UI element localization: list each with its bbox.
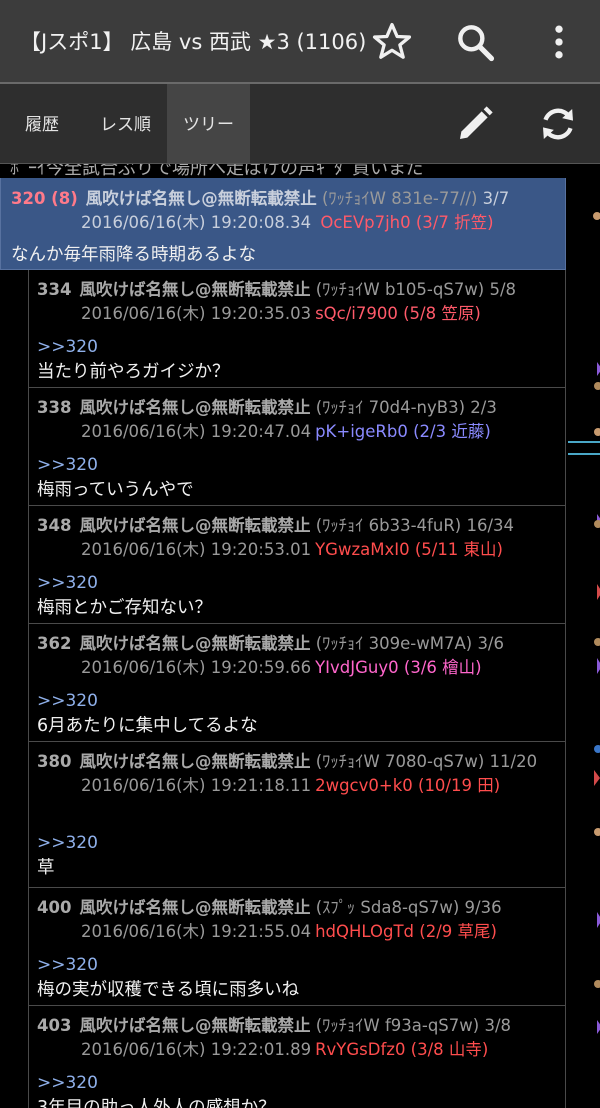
tab-tree[interactable]: ツリー [167,84,250,163]
poster-id[interactable]: YIvdJGuy0 (3/6 檜山) [315,658,481,677]
pencil-icon[interactable] [455,104,495,144]
post-number: 338 [37,398,72,417]
reply-post[interactable]: 348 風吹けば名無し@無断転載禁止 (ﾜｯﾁｮｲ 6b33-4fuR) 16/3… [28,506,566,624]
post-number: 403 [37,1016,72,1035]
poster-name: 風吹けば名無し@無断転載禁止 [79,634,311,653]
tab-bar: 履歴 レス順 ツリー [0,84,600,164]
post-body: 梅の実が収穫できる頃に雨多いね [37,980,300,1000]
refresh-icon[interactable] [538,104,578,144]
post-body: 梅雨とかご存知ない？ [37,598,212,618]
post-header: 400 風吹けば名無し@無断転載禁止 (ｽﾌﾟｯ Sda8-qS7w) 9/36 2… [37,896,561,944]
highlighted-post[interactable]: 320 (8) 風吹けば名無し@無断転載禁止 (ﾜｯﾁｮｲW 831e-77//)… [0,178,566,270]
post-date: 2016/06/16(木) 19:20:53.01 [81,540,312,559]
thread-title: 【Jスポ1】 広島 vs 西武 ★3 (1106) [20,30,367,54]
post-body: なんか毎年雨降る時期あるよな [11,245,256,265]
poster-name: 風吹けば名無し@無断転載禁止 [79,516,311,535]
star-icon[interactable] [370,20,414,64]
poster-name: 風吹けば名無し@無断転載禁止 [79,752,311,771]
poster-id[interactable]: 2wgcv0+k0 (10/19 田) [315,776,500,795]
post-header: 403 風吹けば名無し@無断転載禁止 (ﾜｯﾁｮｲW f93a-qS7w) 3/8… [37,1014,561,1062]
poster-mail: (ﾜｯﾁｮｲ 70d4-nyB3) [315,398,466,417]
poster-name: 風吹けば名無し@無断転載禁止 [85,189,317,208]
post-header: 320 (8) 風吹けば名無し@無断転載禁止 (ﾜｯﾁｮｲW 831e-77//)… [11,187,565,235]
reply-anchor-link[interactable]: >>320 [37,954,561,976]
post-body: 6月あたりに集中してるよな [37,716,258,736]
poster-id[interactable]: RvYGsDfz0 (3/8 山寺) [315,1040,488,1059]
post-count: 9/36 [464,898,502,917]
reply-post[interactable]: 362 風吹けば名無し@無断転載禁止 (ﾜｯﾁｮｲ 309e-wM7A) 3/6 2… [28,624,566,742]
post-number: 334 [37,280,72,299]
post-number: 320 (8) [11,189,78,208]
post-number: 348 [37,516,72,535]
post-count: 3/8 [484,1016,512,1035]
app-bar: 【Jスポ1】 広島 vs 西武 ★3 (1106) [0,0,600,84]
reply-anchor-link[interactable]: >>320 [37,832,561,854]
poster-mail: (ﾜｯﾁｮｲW b105-qS7w) [315,280,485,299]
poster-name: 風吹けば名無し@無断転載禁止 [79,280,311,299]
poster-mail: (ﾜｯﾁｮｲ 6b33-4fuR) [315,516,462,535]
reply-post[interactable]: 334 風吹けば名無し@無断転載禁止 (ﾜｯﾁｮｲW b105-qS7w) 5/8… [28,270,566,388]
poster-mail: (ﾜｯﾁｮｲW 7080-qS7w) [315,752,485,771]
post-count: 3/7 [482,189,510,208]
poster-id[interactable]: sQc/i7900 (5/8 笠原) [315,304,481,323]
reply-post[interactable]: 338 風吹けば名無し@無断転載禁止 (ﾜｯﾁｮｲ 70d4-nyB3) 2/3 2… [28,388,566,506]
post-header: 334 風吹けば名無し@無断転載禁止 (ﾜｯﾁｮｲW b105-qS7w) 5/8… [37,278,561,326]
post-body: 梅雨っていうんやで [37,480,194,500]
post-number: 400 [37,898,72,917]
poster-mail: (ﾜｯﾁｮｲW f93a-qS7w) [315,1016,480,1035]
post-date: 2016/06/16(木) 19:20:35.03 [81,304,312,323]
reply-post[interactable]: 380 風吹けば名無し@無断転載禁止 (ﾜｯﾁｮｲW 7080-qS7w) 11/… [28,742,566,888]
tab-history[interactable]: 履歴 [0,84,84,163]
poster-name: 風吹けば名無し@無断転載禁止 [79,898,311,917]
poster-mail: (ﾜｯﾁｮｲ 309e-wM7A) [315,634,473,653]
poster-name: 風吹けば名無し@無断転載禁止 [79,398,311,417]
post-date: 2016/06/16(木) 19:22:01.89 [81,1040,312,1059]
poster-mail: (ｽﾌﾟｯ Sda8-qS7w) [315,898,460,917]
more-vert-icon[interactable] [537,20,581,64]
post-date: 2016/06/16(木) 19:20:59.66 [81,658,312,677]
post-count: 2/3 [470,398,497,417]
poster-mail: (ﾜｯﾁｮｲW 831e-77//) [322,189,478,208]
post-body: 草 [37,858,55,878]
reply-anchor-link[interactable]: >>320 [37,690,561,712]
post-date: 2016/06/16(木) 19:21:18.11 [81,776,312,795]
reply-anchor-link[interactable]: >>320 [37,572,561,594]
poster-name: 風吹けば名無し@無断転載禁止 [79,1016,311,1035]
poster-id[interactable]: YGwzaMxI0 (5/11 東山) [315,540,503,559]
reply-post[interactable]: 400 風吹けば名無し@無断転載禁止 (ｽﾌﾟｯ Sda8-qS7w) 9/36 2… [28,888,566,1006]
tree-rail-markers [568,212,600,1034]
post-number: 380 [37,752,72,771]
poster-id[interactable]: pK+igeRb0 (2/3 近藤) [315,422,491,441]
post-header: 348 風吹けば名無し@無断転載禁止 (ﾜｯﾁｮｲ 6b33-4fuR) 16/3… [37,514,561,562]
reply-anchor-link[interactable]: >>320 [37,1072,561,1094]
tab-res-order[interactable]: レス順 [84,84,167,163]
post-date: 2016/06/16(木) 19:20:47.04 [81,422,312,441]
post-number: 362 [37,634,72,653]
search-icon[interactable] [453,20,497,64]
thread-view[interactable]: ﾎﾞｰｲ今全試合ぶりで場所へ走ばけの声ｷﾞﾀﾞ買いまだ 320 (8) 風吹けば名… [0,164,600,1108]
post-date: 2016/06/16(木) 19:20:08.34 [81,213,312,232]
post-count: 16/34 [466,516,515,535]
post-count: 5/8 [489,280,517,299]
reply-anchor-link[interactable]: >>320 [37,336,561,358]
post-body: 当たり前やろガイジか？ [37,362,230,382]
post-count: 11/20 [489,752,538,771]
poster-id[interactable]: hdQHLOgTd (2/9 草尾) [315,922,497,941]
post-count: 3/6 [477,634,504,653]
post-header: 380 風吹けば名無し@無断転載禁止 (ﾜｯﾁｮｲW 7080-qS7w) 11/… [37,750,561,798]
poster-id[interactable]: OcEVp7jh0 (3/7 折笠) [320,213,493,232]
post-header: 338 風吹けば名無し@無断転載禁止 (ﾜｯﾁｮｲ 70d4-nyB3) 2/3 2… [37,396,561,444]
post-body: 3年目の助っ人外人の感想か？ [37,1098,276,1108]
reply-anchor-link[interactable]: >>320 [37,454,561,476]
reply-post[interactable]: 403 風吹けば名無し@無断転載禁止 (ﾜｯﾁｮｲW f93a-qS7w) 3/8… [28,1006,566,1108]
post-date: 2016/06/16(木) 19:21:55.04 [81,922,312,941]
post-header: 362 風吹けば名無し@無断転載禁止 (ﾜｯﾁｮｲ 309e-wM7A) 3/6 2… [37,632,561,680]
